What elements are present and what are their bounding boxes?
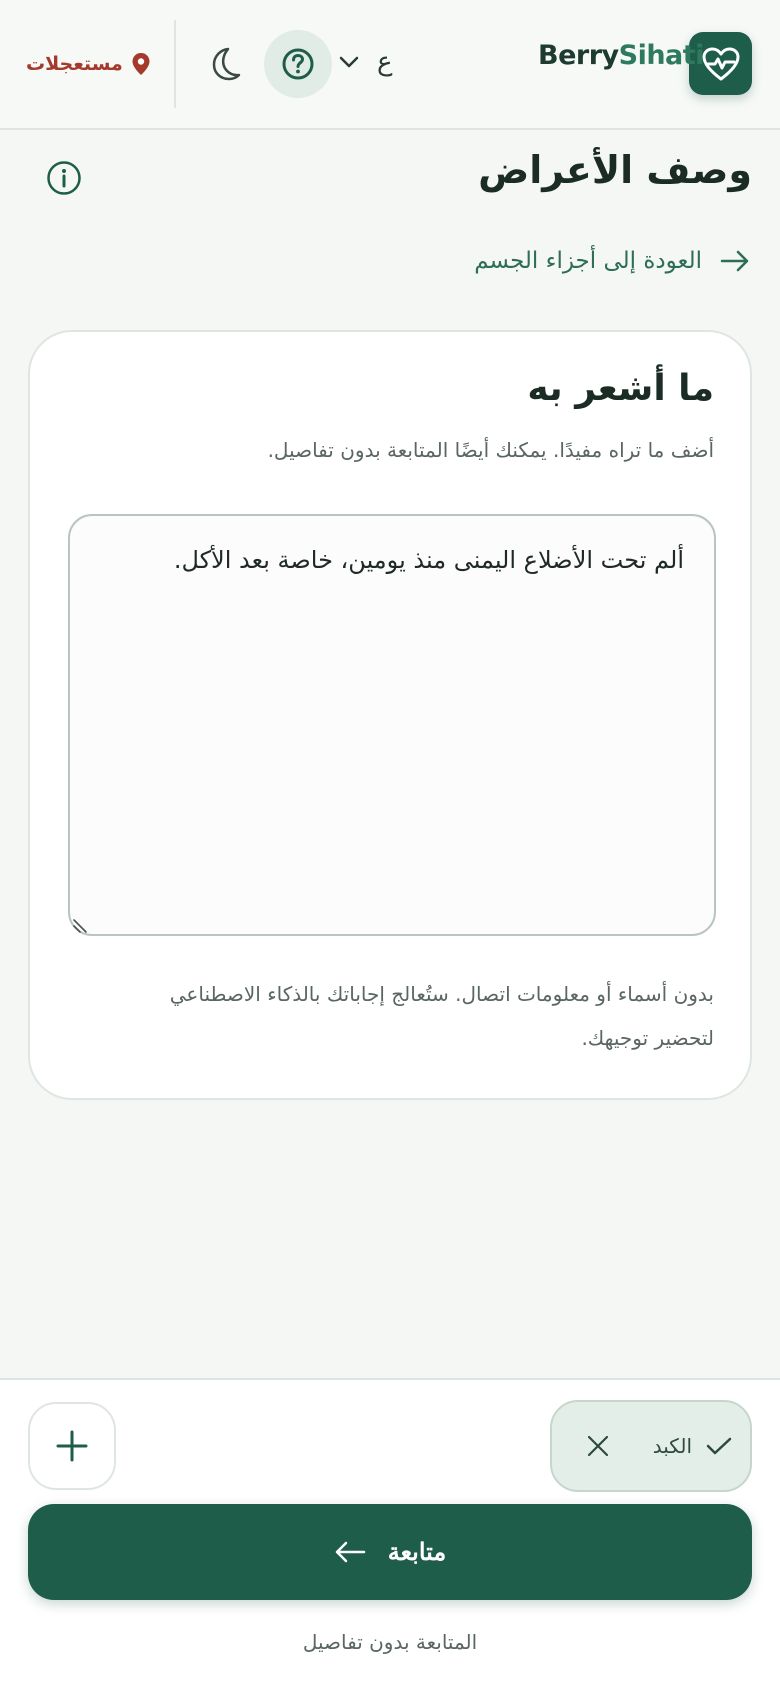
- close-icon[interactable]: [586, 1434, 610, 1458]
- card-title: ما أشعر به: [527, 368, 714, 409]
- heart-pulse-icon: [702, 47, 739, 80]
- selected-body-part-chip[interactable]: الكبد: [550, 1400, 752, 1492]
- arrow-right-icon: [720, 250, 749, 272]
- header-divider: [174, 20, 176, 108]
- app-header: Berry Sihati ع مستعجلات: [0, 0, 780, 130]
- page-title: وصف الأعراض: [478, 148, 752, 192]
- chevron-down-icon: [339, 56, 359, 68]
- theme-toggle[interactable]: [204, 44, 244, 84]
- back-to-body-parts-link[interactable]: العودة إلى أجزاء الجسم: [474, 248, 750, 274]
- skip-details-link[interactable]: المتابعة بدون تفاصيل: [0, 1630, 780, 1654]
- check-icon: [706, 1437, 732, 1455]
- moon-icon: [212, 47, 241, 81]
- urgent-label: مستعجلات: [26, 53, 123, 75]
- brand-part-2: Sihati: [618, 40, 705, 71]
- card-subtitle: أضف ما تراه مفيدًا. يمكنك أيضًا المتابعة…: [267, 438, 714, 462]
- urgent-link[interactable]: مستعجلات: [26, 46, 151, 82]
- symptom-card: ما أشعر به أضف ما تراه مفيدًا. يمكنك أيض…: [28, 330, 752, 1100]
- brand-name: Berry Sihati: [538, 40, 704, 80]
- chip-label: الكبد: [652, 1434, 692, 1458]
- help-button[interactable]: [264, 30, 332, 98]
- brand-part-1: Berry: [538, 40, 619, 71]
- plus-icon: [56, 1430, 88, 1462]
- bottom-action-bar: الكبد متابعة المتابعة بدون تفاصيل: [0, 1378, 780, 1688]
- info-icon: [47, 161, 81, 195]
- info-button[interactable]: [44, 158, 84, 198]
- arrow-left-icon: [335, 1541, 365, 1563]
- resize-grip-icon[interactable]: [72, 916, 90, 934]
- help-icon: [282, 48, 314, 80]
- language-selector[interactable]: ع: [339, 42, 409, 82]
- add-body-part-button[interactable]: [28, 1402, 116, 1490]
- privacy-note: بدون أسماء أو معلومات اتصال. ستُعالج إجا…: [169, 982, 714, 1050]
- continue-label: متابعة: [387, 1538, 447, 1566]
- location-pin-icon: [132, 53, 150, 75]
- symptom-description-input[interactable]: ألم تحت الأضلاع اليمنى منذ يومين، خاصة ب…: [68, 514, 716, 936]
- back-label: العودة إلى أجزاء الجسم: [474, 248, 702, 274]
- continue-button[interactable]: متابعة: [28, 1504, 752, 1600]
- language-label: ع: [377, 47, 393, 77]
